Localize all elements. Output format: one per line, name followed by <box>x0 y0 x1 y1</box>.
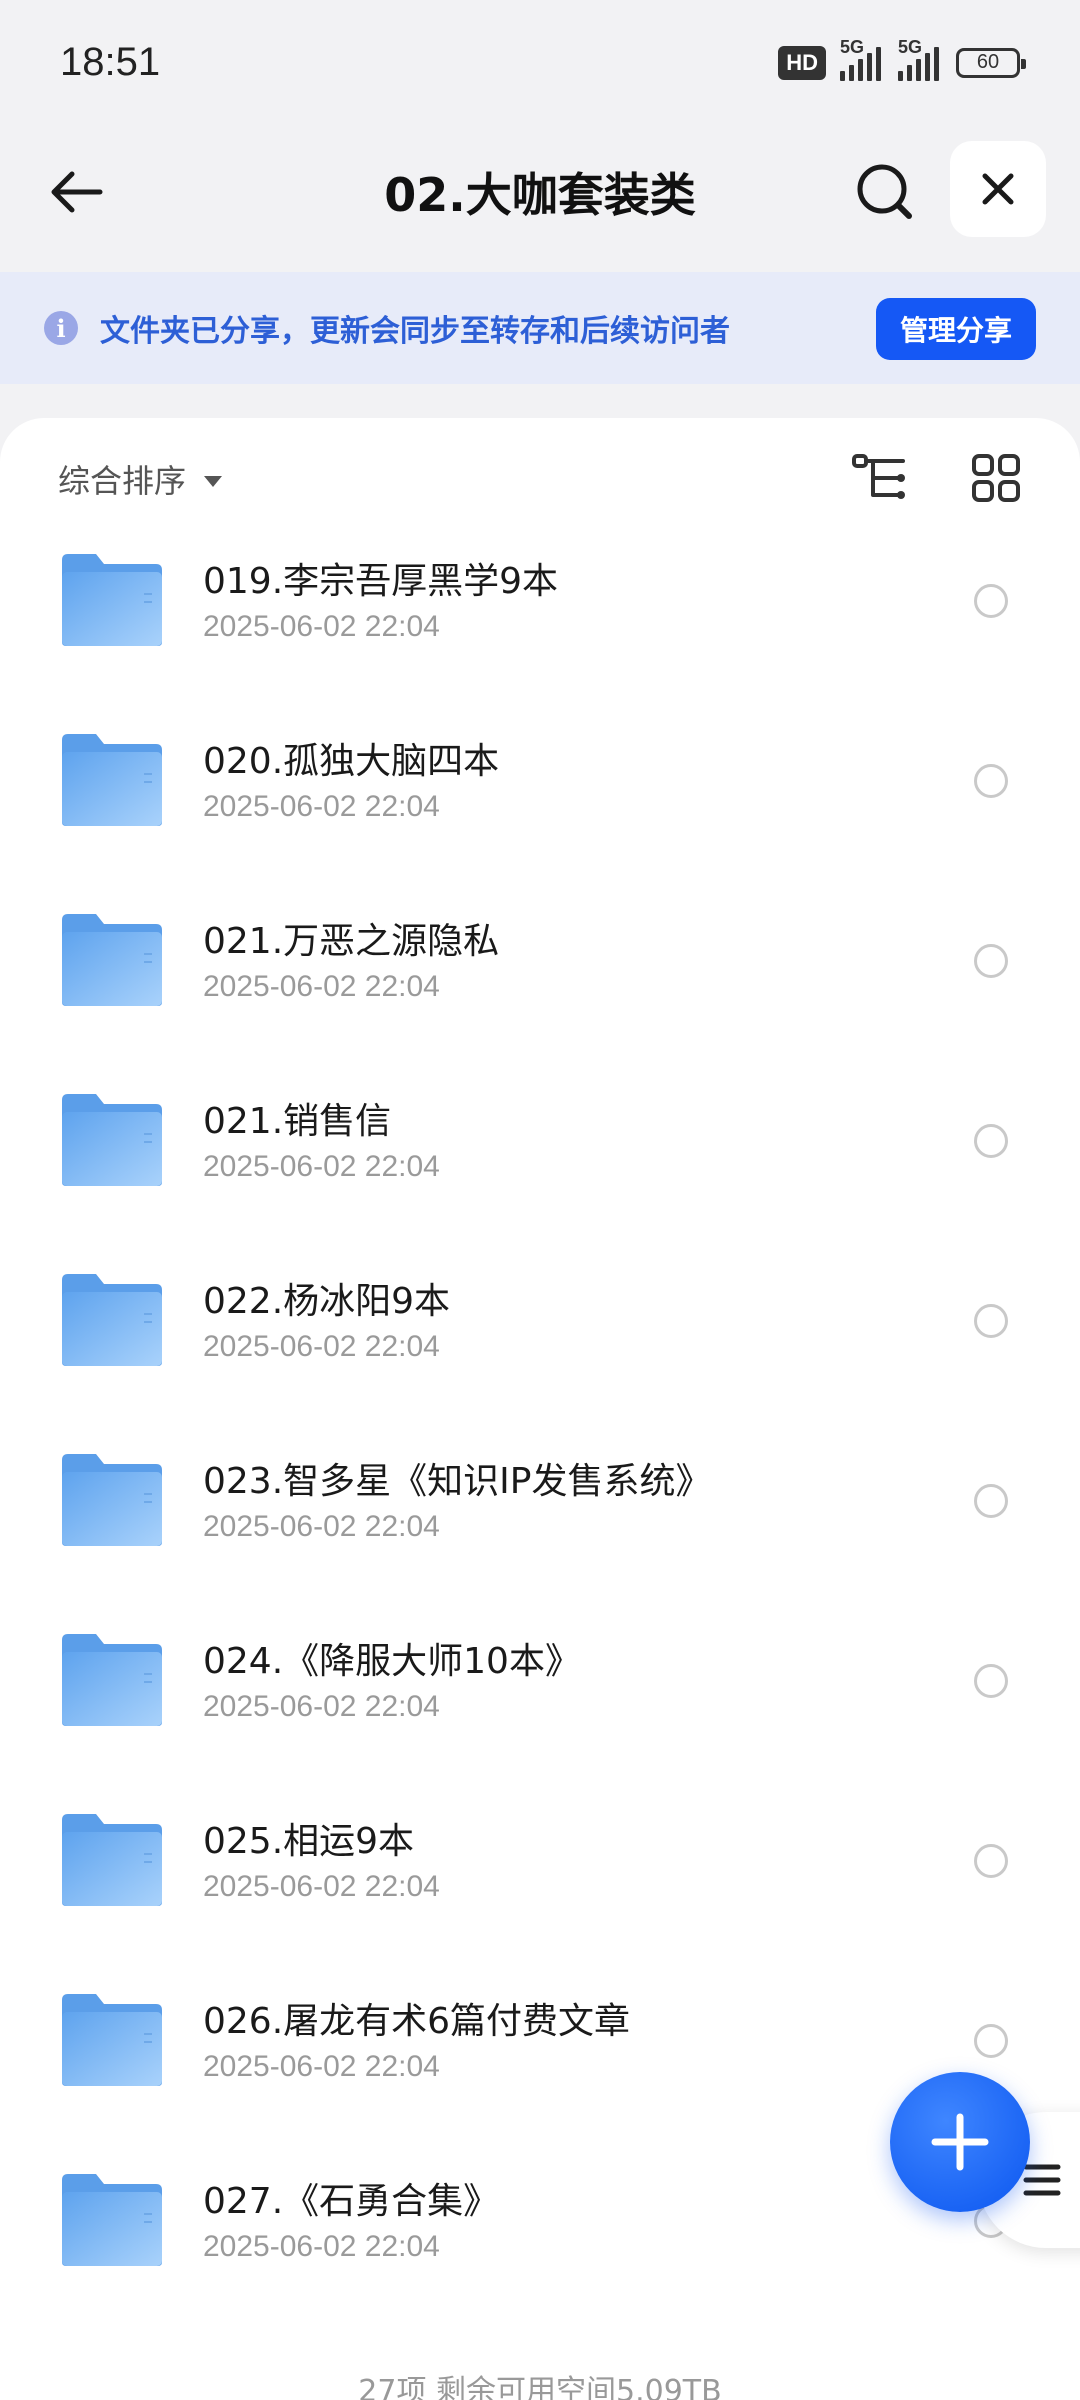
file-date: 2025-06-02 22:04 <box>203 1690 440 1723</box>
file-row[interactable]: 022.杨冰阳9本 2025-06-02 22:04 <box>0 1248 1080 1428</box>
folder-icon <box>62 1634 162 1726</box>
select-radio[interactable] <box>974 1484 1008 1518</box>
file-date: 2025-06-02 22:04 <box>203 2050 440 2083</box>
file-name: 019.李宗吾厚黑学9本 <box>203 561 559 602</box>
select-radio[interactable] <box>974 1664 1008 1698</box>
select-radio[interactable] <box>974 584 1008 618</box>
storage-info: 27项 剩余可用空间5.09TB <box>358 2374 722 2400</box>
select-radio[interactable] <box>974 2024 1008 2058</box>
file-date: 2025-06-02 22:04 <box>203 790 440 823</box>
file-row[interactable]: 025.相运9本 2025-06-02 22:04 <box>0 1788 1080 1968</box>
menu-icon <box>1023 2164 1061 2196</box>
file-name: 026.屠龙有术6篇付费文章 <box>203 2001 631 2042</box>
sort-dropdown[interactable]: 综合排序 <box>58 456 223 502</box>
file-date: 2025-06-02 22:04 <box>203 610 440 643</box>
folder-icon <box>62 554 162 646</box>
file-date: 2025-06-02 22:04 <box>203 1510 440 1543</box>
file-name: 020.孤独大脑四本 <box>203 741 500 782</box>
file-date: 2025-06-02 22:04 <box>203 1870 440 1903</box>
grid-view-button[interactable] <box>966 448 1026 508</box>
file-name: 023.智多星《知识IP发售系统》 <box>203 1461 712 1502</box>
status-time: 18:51 <box>60 40 161 84</box>
folder-icon <box>62 1994 162 2086</box>
arrow-left-icon <box>51 171 103 213</box>
select-radio[interactable] <box>974 1304 1008 1338</box>
info-icon: i <box>44 311 78 345</box>
folder-icon <box>62 1274 162 1366</box>
caret-down-icon <box>204 475 223 487</box>
signal-icon: 5G <box>840 37 884 81</box>
tree-view-button[interactable] <box>850 448 910 508</box>
sort-label: 综合排序 <box>58 462 187 500</box>
file-date: 2025-06-02 22:04 <box>203 1150 440 1183</box>
file-date: 2025-06-02 22:04 <box>203 970 440 1003</box>
folder-icon <box>62 2174 162 2266</box>
network-type-label: 5G <box>840 36 865 57</box>
file-row[interactable]: 024.《降服大师10本》 2025-06-02 22:04 <box>0 1608 1080 1788</box>
file-name: 025.相运9本 <box>203 1821 415 1862</box>
folder-icon <box>62 734 162 826</box>
file-name: 022.杨冰阳9本 <box>203 1281 451 1322</box>
status-icons: HD 5G 5G 60 <box>778 37 1026 81</box>
select-radio[interactable] <box>974 1844 1008 1878</box>
file-row[interactable]: 019.李宗吾厚黑学9本 2025-06-02 22:04 <box>0 528 1080 708</box>
grid-view-icon <box>972 454 1020 502</box>
signal-icon: 5G <box>898 37 942 81</box>
share-notice-text: 文件夹已分享，更新会同步至转存和后续访问者 <box>100 314 730 349</box>
file-row[interactable]: 021.万恶之源隐私 2025-06-02 22:04 <box>0 888 1080 1068</box>
search-button[interactable] <box>850 157 920 227</box>
search-icon <box>857 164 912 219</box>
file-date: 2025-06-02 22:04 <box>203 1330 440 1363</box>
manage-share-button[interactable]: 管理分享 <box>875 298 1036 360</box>
folder-icon <box>62 1814 162 1906</box>
file-name: 021.销售信 <box>203 1101 392 1142</box>
plus-icon <box>931 2113 989 2171</box>
close-button[interactable] <box>950 141 1046 237</box>
file-name: 024.《降服大师10本》 <box>203 1641 581 1682</box>
add-button[interactable] <box>890 2072 1030 2212</box>
share-notice-banner: i 文件夹已分享，更新会同步至转存和后续访问者 管理分享 <box>0 272 1080 384</box>
file-row[interactable]: 023.智多星《知识IP发售系统》 2025-06-02 22:04 <box>0 1428 1080 1608</box>
folder-icon <box>62 1454 162 1546</box>
file-row[interactable]: 021.销售信 2025-06-02 22:04 <box>0 1068 1080 1248</box>
tree-view-icon <box>852 454 905 499</box>
select-radio[interactable] <box>974 944 1008 978</box>
file-name: 021.万恶之源隐私 <box>203 921 500 962</box>
hd-badge: HD <box>778 45 826 80</box>
folder-icon <box>62 1094 162 1186</box>
file-name: 027.《石勇合集》 <box>203 2181 500 2222</box>
status-bar: 18:51 HD 5G 5G 60 <box>0 0 1080 125</box>
close-icon <box>982 173 1014 205</box>
select-radio[interactable] <box>974 764 1008 798</box>
back-button[interactable] <box>44 160 108 224</box>
network-type-label: 5G <box>898 36 923 57</box>
file-date: 2025-06-02 22:04 <box>203 2230 440 2263</box>
battery-icon: 60 <box>956 47 1026 78</box>
folder-icon <box>62 914 162 1006</box>
select-radio[interactable] <box>974 1124 1008 1158</box>
file-list: 019.李宗吾厚黑学9本 2025-06-02 22:04 020.孤独大脑四本… <box>0 528 1080 2328</box>
battery-level: 60 <box>976 51 1000 73</box>
file-row[interactable]: 020.孤独大脑四本 2025-06-02 22:04 <box>0 708 1080 888</box>
header: 02.大咖套装类 <box>0 135 1080 245</box>
